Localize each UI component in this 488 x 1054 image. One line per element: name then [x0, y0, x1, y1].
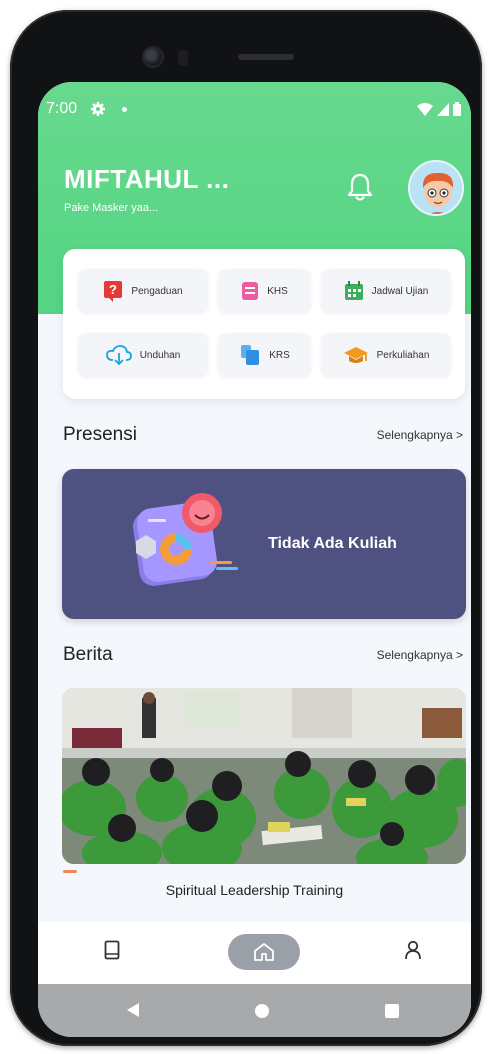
front-camera: [142, 46, 164, 68]
nav-profile-icon[interactable]: [405, 940, 421, 960]
battery-icon: [453, 102, 461, 116]
graduation-cap-icon: [343, 347, 368, 363]
menu-unduhan-button[interactable]: Unduhan: [78, 333, 208, 377]
berita-title: Berita: [63, 644, 113, 665]
presensi-card[interactable]: Tidak Ada Kuliah: [62, 469, 466, 619]
notification-bell-icon[interactable]: [346, 172, 374, 202]
settings-gear-icon: [91, 102, 105, 116]
system-navigation-bar: [38, 984, 471, 1037]
presensi-more-link[interactable]: Selengkapnya >: [377, 428, 463, 442]
menu-khs-label: KHS: [267, 285, 288, 297]
cloud-download-icon: [105, 345, 132, 365]
user-name: MIFTAHUL ...: [64, 164, 230, 194]
menu-jadwal-ujian-label: Jadwal Ujian: [371, 285, 429, 297]
news-image[interactable]: [62, 688, 466, 864]
menu-pengaduan-button[interactable]: ? Pengaduan: [78, 269, 208, 313]
menu-krs-button[interactable]: KRS: [218, 333, 311, 377]
avatar[interactable]: [408, 160, 464, 216]
menu-unduhan-label: Unduhan: [139, 349, 181, 361]
nav-book-icon[interactable]: [104, 940, 120, 960]
system-back-icon[interactable]: [126, 1002, 140, 1018]
proximity-sensor: [178, 50, 188, 66]
svg-text:?: ?: [109, 282, 117, 297]
menu-perkuliahan-label: Perkuliahan: [376, 349, 430, 361]
menu-pengaduan-label: Pengaduan: [131, 285, 183, 297]
menu-khs-button[interactable]: KHS: [218, 269, 311, 313]
menu-krs-label: KRS: [269, 349, 290, 361]
system-home-icon[interactable]: [255, 1004, 269, 1018]
system-recents-icon[interactable]: [385, 1004, 399, 1018]
status-bar: 7:00: [46, 100, 461, 120]
empty-schedule-illustration-icon: [133, 493, 238, 586]
news-photo-illustration-icon: [62, 688, 466, 864]
menu-jadwal-ujian-button[interactable]: Jadwal Ujian: [321, 269, 451, 313]
signal-icon: [437, 102, 449, 116]
home-icon: [254, 943, 274, 961]
berita-more-link[interactable]: Selengkapnya >: [377, 648, 463, 662]
presensi-title: Presensi: [63, 424, 137, 445]
files-icon: [241, 345, 260, 365]
avatar-illustration-icon: [410, 162, 462, 214]
quick-menu-card: ? Pengaduan KHS Jadwal Ujian Unduhan KRS…: [63, 249, 465, 399]
question-icon: ?: [104, 281, 123, 302]
nav-home-button[interactable]: [228, 934, 300, 970]
notification-dot-icon: [122, 107, 127, 112]
app-screen: 7:00 MIFTAHUL ... Pake Masker yaa... ? P…: [38, 82, 471, 1037]
phone-frame: 7:00 MIFTAHUL ... Pake Masker yaa... ? P…: [10, 10, 482, 1046]
greeting-text: Pake Masker yaa...: [64, 202, 159, 214]
news-caption: Spiritual Leadership Training: [165, 882, 344, 898]
bottom-navigation: [38, 922, 471, 984]
menu-perkuliahan-button[interactable]: Perkuliahan: [321, 333, 451, 377]
earpiece-speaker: [238, 54, 294, 60]
status-indicators: [417, 102, 461, 116]
carousel-indicator: [63, 870, 77, 873]
document-icon: [242, 282, 259, 300]
presensi-status-text: Tidak Ada Kuliah: [268, 535, 397, 552]
status-time: 7:00: [46, 100, 78, 117]
calendar-icon: [344, 281, 363, 300]
wifi-icon: [417, 102, 433, 116]
